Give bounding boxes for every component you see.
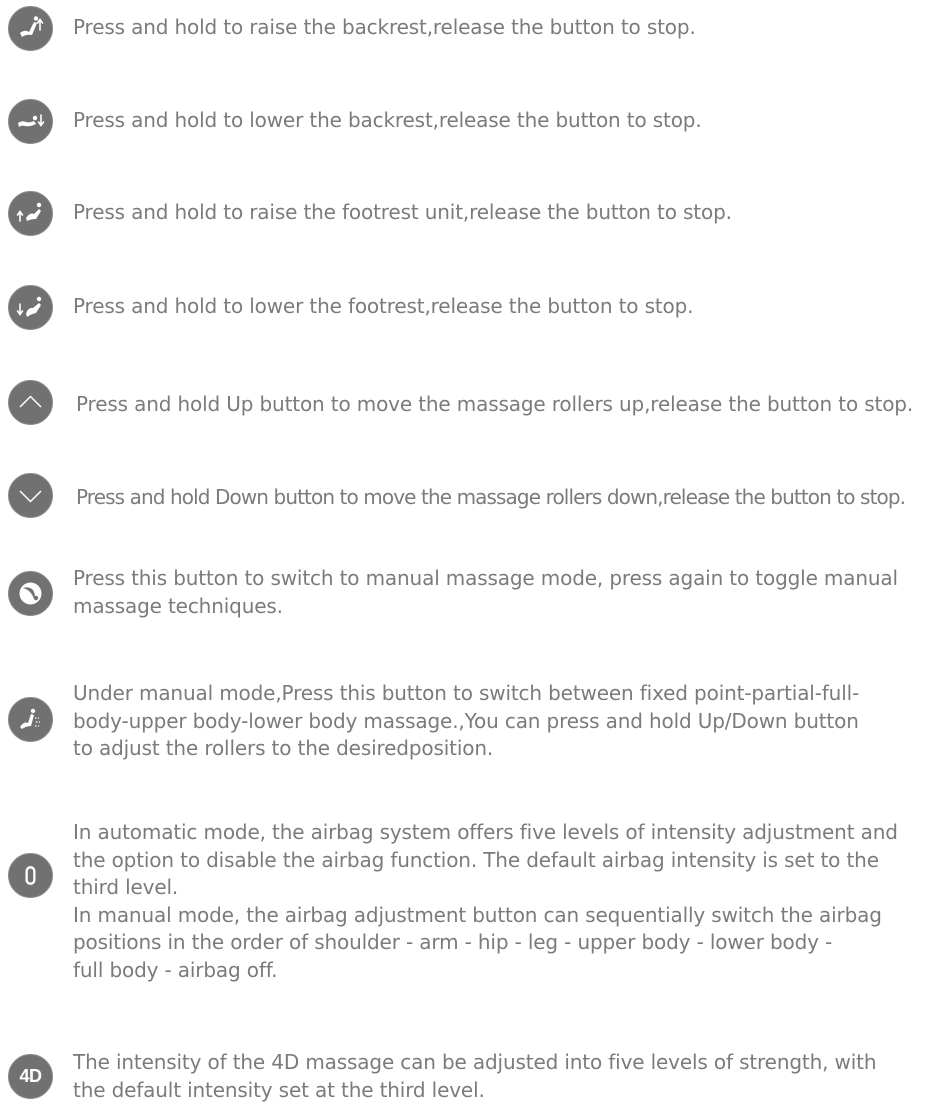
instruction-text: Press and hold Down button to move the m…: [76, 485, 906, 509]
instruction-text: The intensity of the 4D massage can be a…: [73, 1049, 877, 1104]
footrest-raise-icon: [8, 191, 53, 236]
footrest-lower-icon: [8, 285, 53, 330]
text-line: the default intensity set at the third l…: [73, 1077, 485, 1102]
text-line: The intensity of the 4D massage can be a…: [73, 1050, 877, 1074]
text-line: massage techniques.: [73, 593, 283, 618]
instruction-text: Under manual mode,Press this button to s…: [73, 680, 859, 763]
text-line: to adjust the rollers to the desiredposi…: [73, 736, 494, 760]
backrest-lower-icon: [8, 99, 53, 144]
text-line: Under manual mode,Press this button to s…: [73, 681, 860, 705]
text-line: third level.: [73, 875, 179, 899]
instruction-text: Press and hold to lower the footrest,rel…: [73, 294, 694, 318]
text-line: body-upper body-lower body massage.,You …: [73, 708, 859, 733]
airbag-icon: [8, 853, 53, 898]
4d-intensity-icon: 4D: [8, 1054, 53, 1099]
text-line: full body - airbag off.: [73, 957, 278, 982]
text-line: In automatic mode, the airbag system off…: [73, 820, 898, 844]
instruction-text: Press and hold to lower the backrest,rel…: [73, 108, 702, 132]
text-line: Press this button to switch to manual ma…: [73, 566, 898, 590]
text-line: the option to disable the airbag functio…: [73, 847, 879, 872]
instruction-text: Press and hold to raise the footrest uni…: [73, 200, 732, 224]
text-line: positions in the order of shoulder - arm…: [73, 930, 833, 954]
backrest-raise-icon: [8, 6, 53, 51]
instruction-text: In automatic mode, the airbag system off…: [73, 819, 898, 984]
instruction-text: Press and hold Up button to move the mas…: [76, 392, 914, 416]
text-line: In manual mode, the airbag adjustment bu…: [73, 902, 882, 927]
instruction-text: Press this button to switch to manual ma…: [73, 565, 898, 620]
body-part-icon: [8, 697, 53, 742]
chevron-down-icon: [8, 473, 53, 518]
instruction-text: Press and hold to raise the backrest,rel…: [73, 15, 696, 39]
chevron-up-icon: [8, 380, 53, 425]
4d-badge-label: 4D: [19, 1066, 42, 1086]
manual-mode-icon: [8, 571, 53, 616]
